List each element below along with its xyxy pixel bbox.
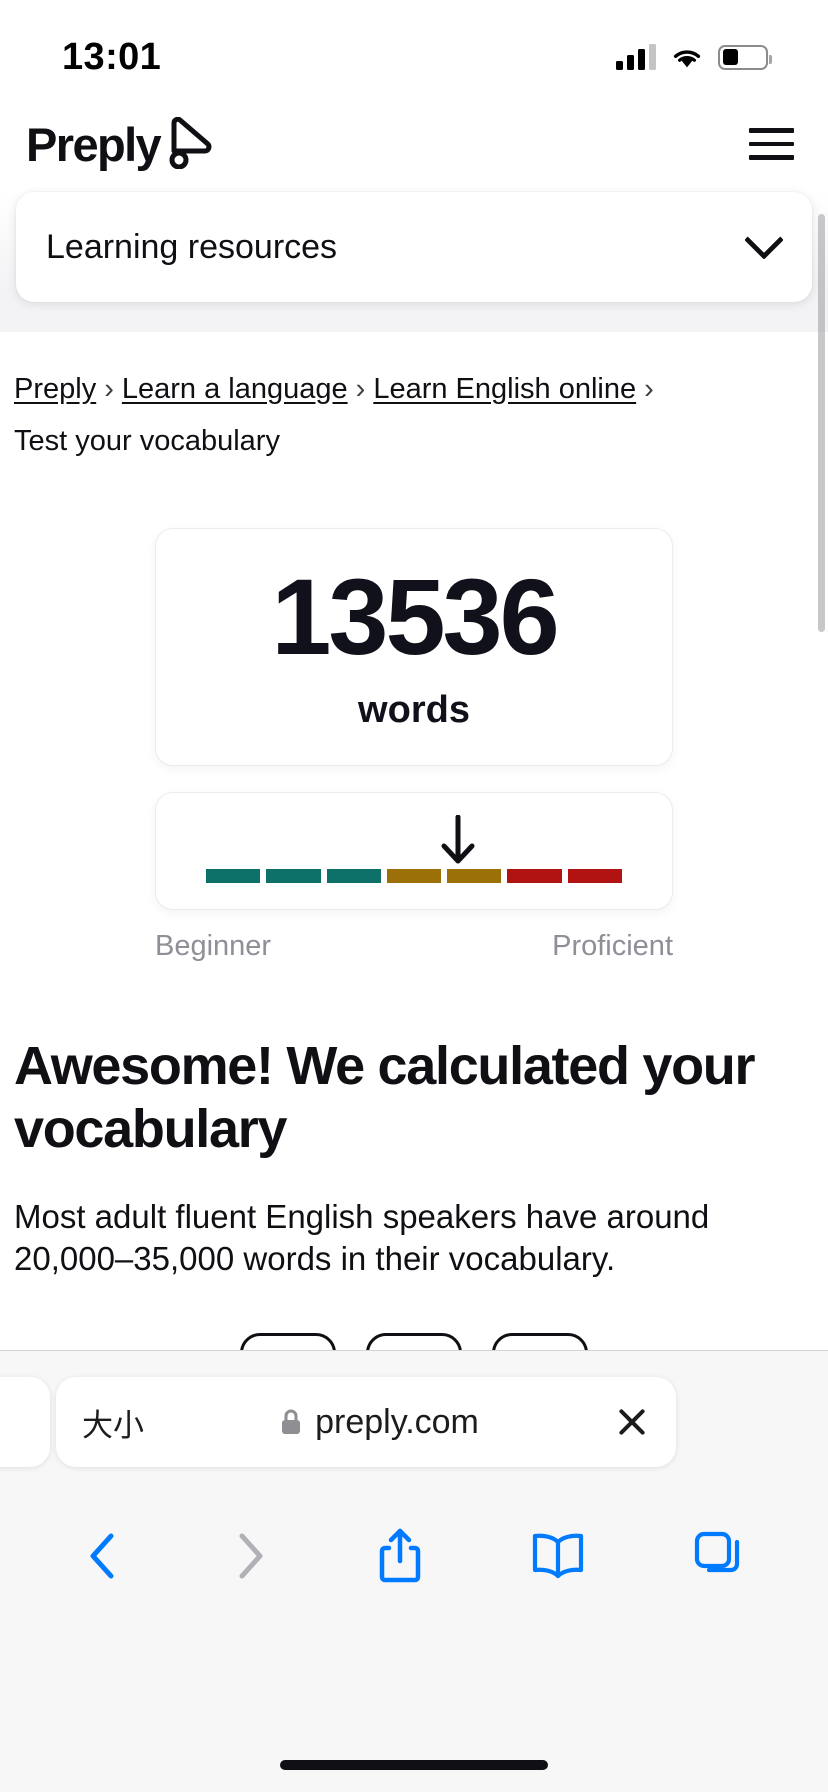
safari-bottom-chrome: 大小 preply.com: [0, 1350, 828, 1792]
book-icon: [533, 1533, 584, 1579]
phone-screen: 13:01 Preply Learning resources Preply ›…: [0, 0, 828, 1792]
word-count-value: 13536: [271, 555, 559, 677]
tabs-icon: [694, 1531, 739, 1573]
breadcrumb: Preply › Learn a language › Learn English on…: [0, 332, 828, 466]
url-display[interactable]: preply.com: [279, 1403, 479, 1442]
signal-bars-icon: [616, 44, 656, 70]
breadcrumb-separator: ›: [104, 373, 114, 405]
preply-logo[interactable]: Preply: [26, 117, 212, 172]
forward-button[interactable]: [230, 1528, 270, 1584]
breadcrumb-item-learn-a-language[interactable]: Learn a language: [122, 373, 348, 405]
share-facebook-button[interactable]: [240, 1332, 336, 1350]
breadcrumb-separator: ›: [644, 373, 654, 405]
level-segment-2: [266, 869, 321, 883]
breadcrumb-item-preply[interactable]: Preply: [14, 373, 96, 405]
hamburger-menu-icon[interactable]: [745, 118, 798, 170]
chevron-down-icon: [744, 220, 784, 260]
chevron-right-icon: [239, 1533, 263, 1579]
share-whatsapp-button[interactable]: [492, 1332, 588, 1350]
battery-icon: [718, 44, 773, 70]
breadcrumb-current: Test your vocabulary: [14, 425, 280, 457]
safari-address-bar[interactable]: 大小 preply.com: [56, 1377, 676, 1467]
level-segment-5: [447, 869, 502, 883]
level-segment-4: [386, 869, 442, 883]
level-scale-labels: Beginner Proficient: [155, 930, 673, 963]
logo-text: Preply: [26, 117, 162, 171]
breadcrumb-separator: ›: [355, 373, 366, 405]
preply-logo-mark-icon: [169, 117, 212, 169]
tabs-button[interactable]: [693, 1530, 745, 1582]
page-description: Most adult fluent English speakers have …: [14, 1198, 710, 1278]
bookmarks-button[interactable]: [530, 1530, 586, 1582]
word-count-unit: words: [358, 688, 470, 731]
share-linkedin-button[interactable]: [366, 1332, 462, 1350]
level-end-label: Proficient: [552, 930, 673, 962]
breadcrumb-item-learn-english-online[interactable]: Learn English online: [373, 373, 636, 405]
web-page-content: Preply Learning resources Preply › Learn a…: [0, 96, 828, 1350]
status-indicators: [616, 44, 773, 70]
status-bar: 13:01: [0, 0, 828, 96]
back-button[interactable]: [83, 1528, 123, 1584]
lock-icon: [282, 1409, 301, 1434]
text-size-button[interactable]: 大小: [82, 1400, 144, 1445]
chevron-left-icon: [90, 1533, 114, 1579]
home-indicator: [280, 1760, 548, 1770]
share-icon: [379, 1528, 421, 1583]
page-title: Awesome! We calculated your vocabulary: [14, 1036, 755, 1159]
level-segment-3: [326, 869, 381, 883]
level-segment-1: [206, 869, 261, 883]
level-start-label: Beginner: [155, 930, 272, 962]
share-buttons: [0, 1332, 828, 1350]
wifi-icon: [673, 49, 701, 67]
level-scale-segments: [206, 869, 622, 883]
learning-resources-section: Learning resources: [0, 192, 828, 332]
level-segment-7: [567, 869, 622, 883]
site-header: Preply: [0, 96, 828, 192]
word-count-card: 13536 words: [155, 528, 673, 766]
safari-toolbar: [0, 1491, 828, 1621]
learning-resources-select[interactable]: Learning resources: [16, 192, 812, 302]
learning-resources-label: Learning resources: [46, 227, 338, 266]
level-segment-6: [507, 869, 562, 883]
share-button[interactable]: [376, 1526, 424, 1586]
arrow-down-icon: [441, 815, 475, 864]
level-scale-card: [155, 792, 673, 910]
url-text: preply.com: [315, 1402, 479, 1441]
close-icon[interactable]: [614, 1404, 650, 1440]
page-scrollbar[interactable]: [818, 214, 825, 632]
adjacent-tab-peek[interactable]: [0, 1377, 50, 1467]
status-time: 13:01: [62, 35, 162, 78]
safari-tab-strip: 大小 preply.com: [0, 1351, 828, 1491]
